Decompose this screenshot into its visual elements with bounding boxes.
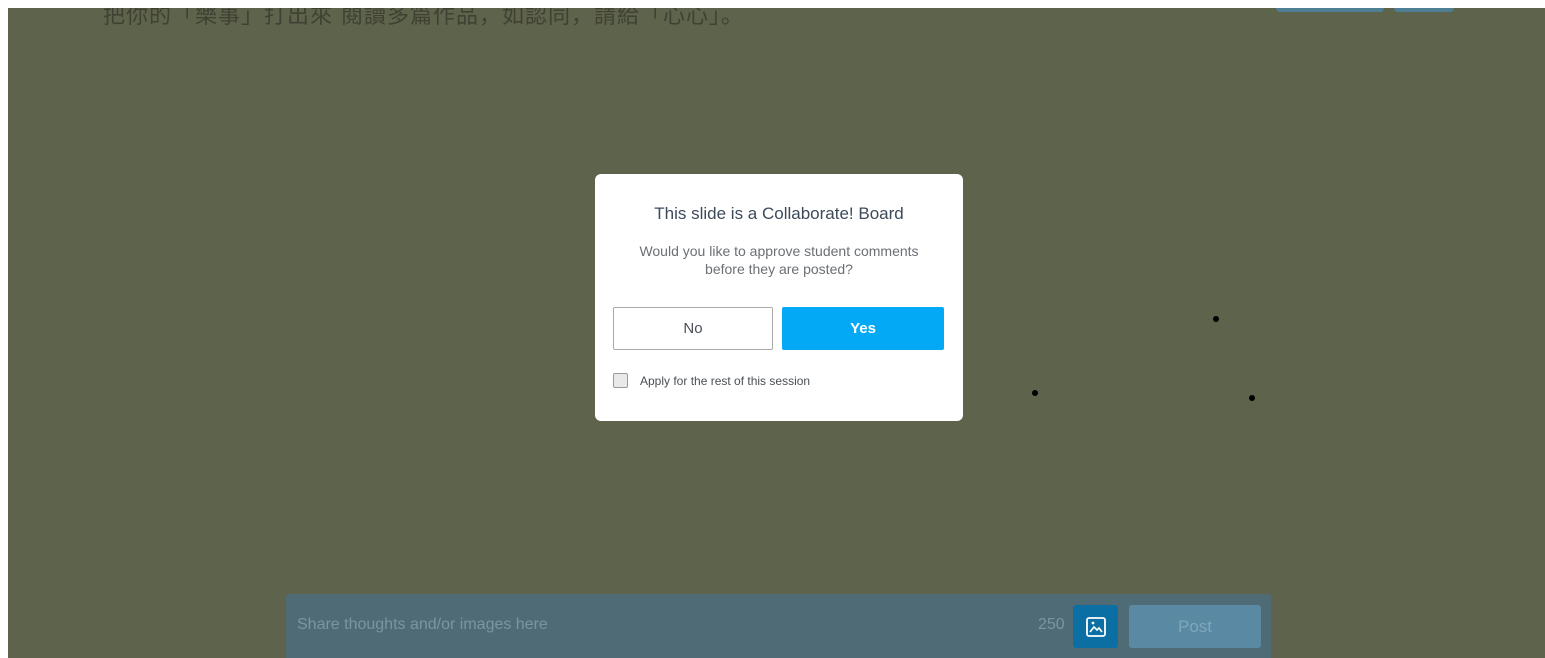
dialog-title: This slide is a Collaborate! Board xyxy=(654,204,904,223)
comment-input[interactable]: Share thoughts and/or images here xyxy=(297,616,548,634)
toolbar-button[interactable] xyxy=(1394,8,1454,12)
no-button[interactable]: No xyxy=(613,307,773,350)
slide-prompt-text: 把你的「樂事」打出來 閱讀多篇作品，如認同，請給「心心」。 xyxy=(103,8,744,29)
apply-session-checkbox[interactable] xyxy=(613,373,628,388)
post-button[interactable]: Post xyxy=(1129,605,1261,648)
approve-comments-dialog: This slide is a Collaborate! Board Would… xyxy=(595,174,963,421)
dialog-message: Would you like to approve student commen… xyxy=(639,243,919,277)
apply-session-label: Apply for the rest of this session xyxy=(640,373,811,388)
image-icon xyxy=(1085,616,1106,637)
yes-button[interactable]: Yes xyxy=(782,307,944,350)
toolbar-button[interactable] xyxy=(1276,8,1384,12)
add-image-button[interactable] xyxy=(1073,605,1118,648)
board-dot xyxy=(1213,316,1219,322)
board-dot xyxy=(1032,390,1038,396)
character-count: 250 xyxy=(1038,616,1065,633)
apply-session-option[interactable]: Apply for the rest of this session xyxy=(613,373,810,388)
board-dot xyxy=(1249,395,1255,401)
comment-composer: Share thoughts and/or images here 250 Po… xyxy=(286,594,1271,658)
